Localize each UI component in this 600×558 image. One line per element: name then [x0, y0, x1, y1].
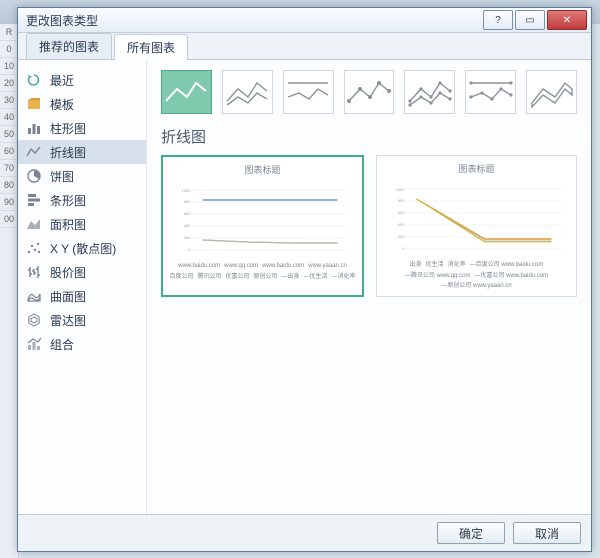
tab-recommended[interactable]: 推荐的图表 — [26, 33, 112, 59]
scatter-icon — [26, 240, 42, 256]
category-item-label: 条形图 — [50, 192, 86, 209]
category-item-label: 饼图 — [50, 168, 74, 185]
surface-icon — [26, 288, 42, 304]
column-icon — [26, 120, 42, 136]
category-item-combo[interactable]: 组合 — [18, 332, 146, 356]
svg-text:1000: 1000 — [182, 188, 192, 193]
category-item-label: 组合 — [50, 336, 74, 353]
chart-preview-2-plot: 0 200 400 600 800 1000 — [383, 179, 570, 259]
chart-preview-1-legend: www.baidu.comwww.qq.comwww.baidu.comwww.… — [169, 263, 356, 280]
close-button[interactable]: ✕ — [547, 10, 587, 30]
subtype-stacked-line-markers[interactable] — [404, 70, 455, 114]
category-item-label: 面积图 — [50, 216, 86, 233]
stock-icon — [26, 264, 42, 280]
template-icon — [26, 96, 42, 112]
chart-preview-2-title: 图表标题 — [383, 162, 570, 175]
svg-text:0: 0 — [188, 247, 191, 252]
chart-category-list: 最近模板柱形图折线图饼图条形图面积图 X Y (散点图) 股价图曲面图雷达图组合 — [18, 60, 147, 514]
recent-icon — [26, 72, 42, 88]
dialog-title: 更改图表类型 — [22, 12, 481, 29]
section-title: 折线图 — [161, 126, 577, 147]
subtype-line[interactable] — [161, 70, 212, 114]
dialog-body: 最近模板柱形图折线图饼图条形图面积图X Y (散点图)股价图曲面图雷达图组合 — [18, 60, 591, 514]
category-item-label: 折线图 — [50, 144, 86, 161]
cancel-button[interactable]: 取消 — [513, 522, 581, 544]
subtype-stacked-line[interactable] — [222, 70, 273, 114]
svg-text:400: 400 — [184, 223, 191, 228]
dialog-footer: 确定 取消 — [18, 514, 591, 551]
line-icon — [26, 144, 42, 160]
category-item-template[interactable]: 模板 — [18, 92, 146, 116]
category-item-scatter[interactable]: X Y (散点图) — [18, 236, 146, 260]
svg-text:800: 800 — [398, 198, 405, 203]
svg-text:600: 600 — [184, 211, 191, 216]
category-item-label: X Y (散点图) — [50, 240, 116, 257]
chart-subtype-row — [161, 70, 577, 114]
subtype-100pct-stacked-line[interactable] — [283, 70, 334, 114]
change-chart-type-dialog: 更改图表类型 ? ▭ ✕ 推荐的图表 所有图表 最近模板柱形图折线图饼图条形图面… — [17, 7, 592, 552]
category-item-radar[interactable]: 雷达图 — [18, 308, 146, 332]
dialog-titlebar: 更改图表类型 ? ▭ ✕ — [18, 8, 591, 33]
category-item-label: 模板 — [50, 96, 74, 113]
category-item-label: 雷达图 — [50, 312, 86, 329]
radar-icon — [26, 312, 42, 328]
category-item-surface[interactable]: 曲面图 — [18, 284, 146, 308]
chart-preview-1-title: 图表标题 — [169, 163, 356, 176]
chart-preview-2[interactable]: 图表标题 02004006008001000 出 — [376, 155, 577, 297]
chart-preview-2-legend: 出身优生活消化率―百度公司 www.baidu.com―腾讯公司 www.qq.… — [383, 262, 570, 290]
category-item-area[interactable]: 面积图 — [18, 212, 146, 236]
category-item-pie[interactable]: 饼图 — [18, 164, 146, 188]
chart-subtype-pane: 折线图 图表标题 0 200 400 600 800 1000 — [147, 60, 591, 514]
svg-text:1000: 1000 — [396, 187, 406, 192]
ok-button[interactable]: 确定 — [437, 522, 505, 544]
category-item-line[interactable]: 折线图 — [18, 140, 146, 164]
svg-text:400: 400 — [398, 222, 405, 227]
app-background: R010203040506070809000 更改图表类型 ? ▭ ✕ 推荐的图… — [0, 0, 600, 558]
bar-icon — [26, 192, 42, 208]
category-item-label: 最近 — [50, 72, 74, 89]
subtype-100pct-stacked-line-markers[interactable] — [465, 70, 516, 114]
svg-text:600: 600 — [398, 210, 405, 215]
dialog-tabstrip: 推荐的图表 所有图表 — [18, 33, 591, 60]
svg-text:200: 200 — [398, 234, 405, 239]
subtype-3d-line[interactable] — [526, 70, 577, 114]
help-button[interactable]: ? — [483, 10, 513, 30]
category-item-label: 股价图 — [50, 264, 86, 281]
subtype-line-markers[interactable] — [344, 70, 395, 114]
chart-preview-1[interactable]: 图表标题 02004006008001000 w — [161, 155, 364, 297]
category-item-column[interactable]: 柱形图 — [18, 116, 146, 140]
chart-preview-row: 图表标题 02004006008001000 w — [161, 155, 577, 297]
svg-text:200: 200 — [184, 235, 191, 240]
tab-all-charts[interactable]: 所有图表 — [114, 34, 188, 60]
category-item-recent[interactable]: 最近 — [18, 68, 146, 92]
category-item-bar[interactable]: 条形图 — [18, 188, 146, 212]
combo-icon — [26, 336, 42, 352]
svg-text:800: 800 — [184, 199, 191, 204]
area-icon — [26, 216, 42, 232]
category-item-stock[interactable]: 股价图 — [18, 260, 146, 284]
svg-text:0: 0 — [402, 246, 405, 251]
category-item-label: 曲面图 — [50, 288, 86, 305]
pie-icon — [26, 168, 42, 184]
chart-preview-1-plot: 0 200 400 600 800 1000 — [169, 180, 356, 260]
maximize-button[interactable]: ▭ — [515, 10, 545, 30]
category-item-label: 柱形图 — [50, 120, 86, 137]
